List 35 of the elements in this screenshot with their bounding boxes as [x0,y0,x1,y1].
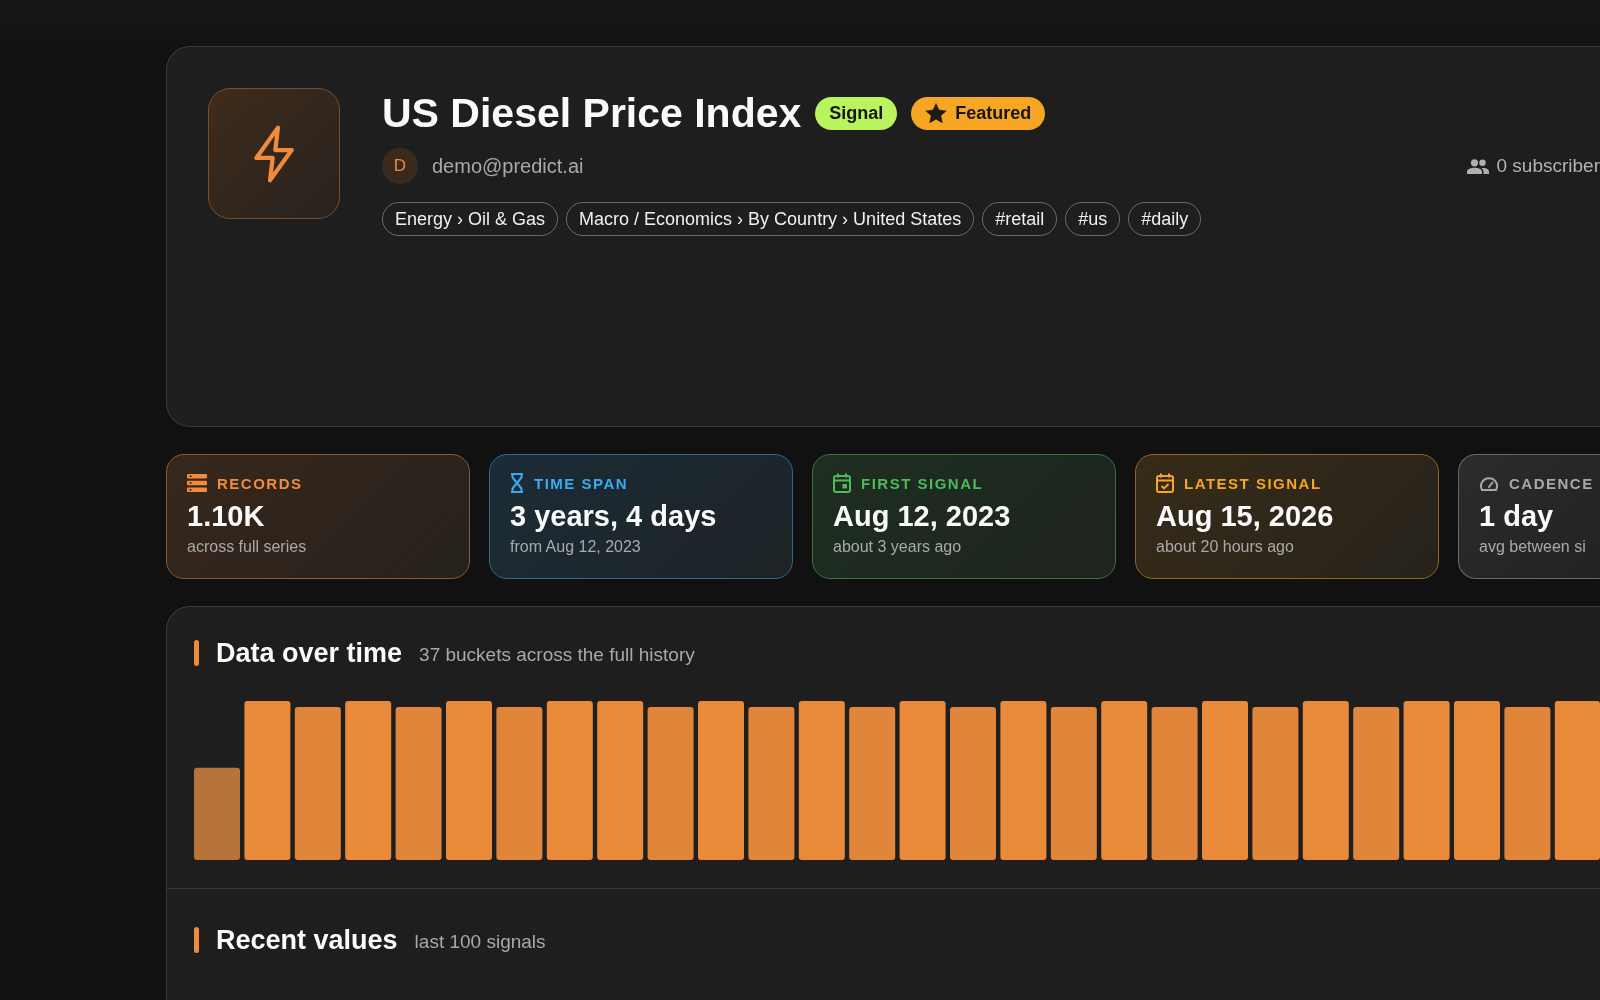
section-title: Data over time [216,637,403,669]
hourglass-icon [510,473,524,493]
stat-label: LATEST SIGNAL [1184,474,1322,492]
stat-value: 1.10K [187,499,266,533]
section-subtitle: last 100 signals [414,931,546,953]
featured-badge: Featured [911,96,1046,130]
stat-detail: about 20 hours ago [1156,537,1295,557]
author-email: demo@predict.ai [432,154,584,178]
stat-value: Aug 15, 2026 [1156,499,1335,533]
bolt-icon [208,88,340,219]
subscriber-count: 0 subscriber [1496,155,1600,177]
stat-detail: avg between si [1479,537,1587,557]
stat-detail: across full series [187,537,308,557]
stat-label: FIRST SIGNAL [861,474,984,492]
stat-value: Aug 12, 2023 [833,499,1012,533]
dataset-title: US Diesel Price Index [382,90,802,136]
avatar-initial: D [382,148,418,184]
stat-detail: from Aug 12, 2023 [510,537,642,557]
accent-bar [194,927,199,953]
stat-value: 1 day [1479,499,1555,533]
stat-label: CADENCE [1509,474,1594,492]
type-badge: Signal [815,96,898,130]
calendar-check-icon [1156,473,1174,493]
stat-detail: about 3 years ago [833,537,963,557]
gauge-icon [1479,475,1499,491]
section-title: Recent values [216,924,398,956]
calendar-icon [833,473,851,493]
star-icon [925,102,948,124]
stat-label: RECORDS [217,474,303,492]
accent-bar [194,640,199,666]
stat-label: TIME SPAN [534,474,629,492]
section-subtitle: 37 buckets across the full history [419,644,695,666]
people-icon [1466,158,1489,174]
stat-value: 3 years, 4 days [510,499,718,533]
list-icon [187,474,207,492]
